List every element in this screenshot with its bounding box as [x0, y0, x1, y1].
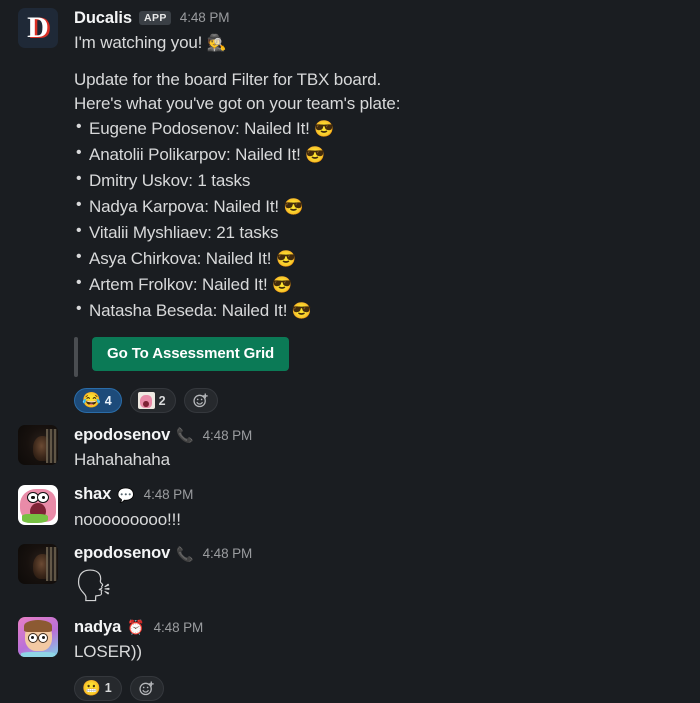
message-timestamp[interactable]: 4:48 PM: [180, 11, 230, 25]
message-shax: shax 💬 4:48 PM nooooooooo!!!: [0, 475, 700, 534]
list-item-label: Artem Frolkov: Nailed It!: [89, 275, 268, 295]
message-author[interactable]: nadya: [74, 619, 121, 636]
message-timestamp[interactable]: 4:48 PM: [154, 621, 204, 635]
bot-greeting-line: I'm watching you! 🕵️: [74, 31, 684, 55]
cool-face-icon: 😎: [291, 303, 312, 321]
message-header: epodosenov 📞 4:48 PM: [74, 544, 684, 564]
bot-update-line: Update for the board Filter for TBX boar…: [74, 70, 382, 90]
message-nadya: nadya ⏰ 4:48 PM LOSER)) 😬 1: [0, 607, 700, 702]
message-text: nooooooooo!!!: [74, 509, 181, 529]
list-item-label: Asya Chirkova: Nailed It!: [89, 249, 272, 269]
list-item-label: Dmitry Uskov: 1 tasks: [89, 171, 251, 191]
add-reaction-button[interactable]: [129, 675, 164, 701]
list-item-label: Natasha Beseda: Nailed It!: [89, 301, 288, 321]
cool-face-icon: 😎: [283, 199, 304, 217]
list-item: Eugene Podosenov: Nailed It! 😎: [74, 115, 684, 142]
reaction-bar: 😂 4 2: [74, 388, 684, 414]
slack-message-list: D Ducalis APP 4:48 PM I'm watching you! …: [0, 0, 700, 702]
add-reaction-button[interactable]: [183, 388, 218, 414]
team-task-list: Eugene Podosenov: Nailed It! 😎 Anatolii …: [74, 115, 684, 324]
message-content: epodosenov 📞 4:48 PM Hahahahaha: [74, 425, 684, 472]
message-epodosenov-2: epodosenov 📞 4:48 PM 🗣: [0, 534, 700, 608]
message-content: shax 💬 4:48 PM nooooooooo!!!: [74, 485, 684, 532]
list-item: Natasha Beseda: Nailed It! 😎: [74, 297, 684, 324]
list-item: Artem Frolkov: Nailed It! 😎: [74, 271, 684, 298]
detective-icon: 🕵️: [206, 35, 227, 52]
message-header: epodosenov 📞 4:48 PM: [74, 425, 684, 445]
attachment-accent-bar: [74, 337, 78, 378]
reaction-count: 4: [104, 393, 112, 408]
message-content: epodosenov 📞 4:48 PM 🗣: [74, 544, 684, 606]
avatar-container: [18, 617, 58, 658]
bot-intro-line: Here's what you've got on your team's pl…: [74, 94, 401, 114]
list-item: Nadya Karpova: Nailed It! 😎: [74, 193, 684, 220]
reaction-bar: 😬 1: [74, 675, 684, 701]
app-badge: APP: [139, 10, 171, 26]
patrick-emoji-message: 🗣: [74, 567, 114, 603]
epodosenov-avatar[interactable]: [18, 543, 58, 584]
avatar-container: D: [18, 8, 58, 48]
message-timestamp[interactable]: 4:48 PM: [144, 488, 194, 502]
phone-receiver-icon: 📞: [176, 545, 194, 562]
message-header: nadya ⏰ 4:48 PM: [74, 617, 684, 637]
speech-balloon-icon: 💬: [117, 486, 135, 503]
add-reaction-icon: [193, 393, 208, 408]
cool-face-icon: 😎: [272, 277, 292, 295]
reaction-joy[interactable]: 😂 4: [74, 388, 122, 414]
reaction-custom-patrick[interactable]: 2: [129, 388, 176, 414]
message-author[interactable]: epodosenov: [74, 427, 170, 444]
message-content: Ducalis APP 4:48 PM I'm watching you! 🕵️…: [74, 8, 684, 414]
go-to-assessment-grid-button[interactable]: Go To Assessment Grid: [92, 337, 290, 372]
avatar-container: [18, 425, 58, 466]
message-text: LOSER)): [74, 642, 142, 662]
custom-patrick-icon: [137, 392, 155, 410]
message-timestamp[interactable]: 4:48 PM: [203, 429, 253, 443]
reaction-count: 2: [158, 393, 166, 408]
reaction-count: 1: [104, 681, 112, 695]
message-epodosenov-1: epodosenov 📞 4:48 PM Hahahahaha: [0, 415, 700, 474]
alarm-clock-icon: ⏰: [127, 619, 145, 636]
attachment-block: Go To Assessment Grid: [74, 337, 684, 378]
shax-avatar[interactable]: [18, 484, 58, 525]
message-ducalis-app: D Ducalis APP 4:48 PM I'm watching you! …: [0, 0, 700, 415]
bot-greeting-text: I'm watching you!: [74, 33, 203, 52]
reaction-grimace[interactable]: 😬 1: [74, 675, 122, 701]
message-author[interactable]: epodosenov: [74, 545, 170, 562]
nadya-avatar[interactable]: [18, 617, 58, 658]
ducalis-logo-letter: D: [27, 11, 49, 44]
list-item-label: Eugene Podosenov: Nailed It!: [89, 119, 310, 139]
cool-face-icon: 😎: [314, 121, 335, 139]
list-item-label: Nadya Karpova: Nailed It!: [89, 197, 279, 217]
avatar-container: [18, 484, 58, 525]
cool-face-icon: 😎: [305, 147, 326, 165]
list-item: Dmitry Uskov: 1 tasks: [74, 167, 684, 194]
list-item-label: Anatolii Polikarpov: Nailed It!: [89, 145, 301, 165]
avatar-container: [18, 543, 58, 584]
message-header: shax 💬 4:48 PM: [74, 485, 684, 505]
message-header: Ducalis APP 4:48 PM: [74, 8, 684, 28]
message-timestamp[interactable]: 4:48 PM: [203, 547, 253, 561]
list-item-label: Vitalii Myshliaev: 21 tasks: [89, 223, 279, 243]
message-content: nadya ⏰ 4:48 PM LOSER)) 😬 1: [74, 617, 684, 701]
message-author[interactable]: Ducalis: [74, 10, 132, 27]
phone-receiver-icon: 📞: [176, 427, 194, 444]
list-item: Anatolii Polikarpov: Nailed It! 😎: [74, 141, 684, 168]
ducalis-app-avatar[interactable]: D: [18, 8, 58, 48]
add-reaction-icon: [139, 680, 154, 695]
epodosenov-avatar[interactable]: [18, 425, 58, 466]
cool-face-icon: 😎: [275, 251, 296, 269]
list-item: Asya Chirkova: Nailed It! 😎: [74, 245, 684, 272]
joy-face-icon: 😂: [82, 392, 101, 410]
grimacing-face-icon: 😬: [82, 679, 101, 697]
list-item: Vitalii Myshliaev: 21 tasks: [74, 219, 684, 246]
message-text: Hahahahaha: [74, 450, 170, 470]
message-author[interactable]: shax: [74, 486, 111, 503]
